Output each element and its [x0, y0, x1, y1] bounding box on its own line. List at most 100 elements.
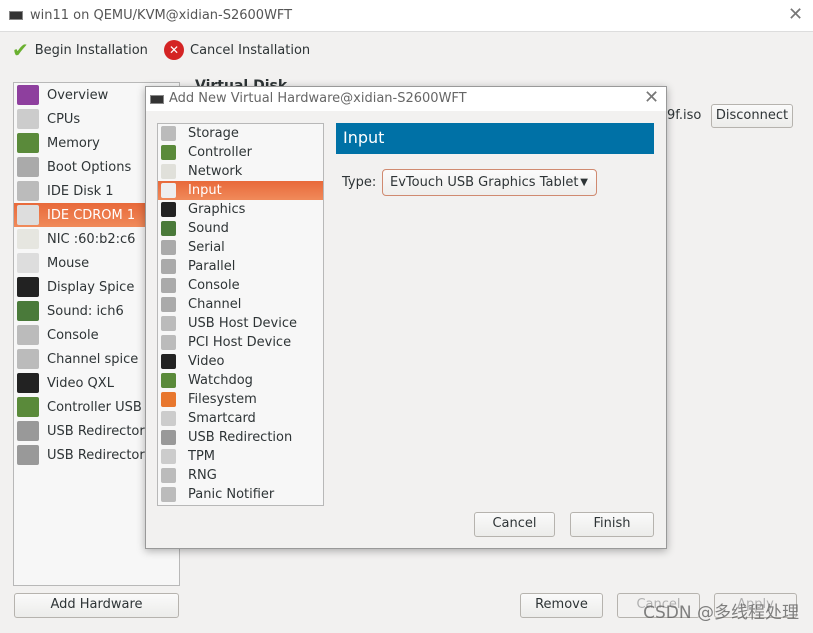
add-hardware-dialog: Add New Virtual Hardware@xidian-S2600WFT… — [145, 86, 667, 549]
device-type-item[interactable]: Parallel — [158, 257, 323, 276]
device-type-item-label: TPM — [188, 449, 215, 464]
dialog-cancel-button[interactable]: Cancel — [474, 512, 555, 537]
sidebar-item-label: USB Redirector — [47, 447, 145, 463]
sound-card-icon — [161, 221, 176, 236]
gears-icon — [161, 487, 176, 502]
usb-icon — [17, 421, 39, 441]
controller-icon — [17, 397, 39, 417]
watchdog-icon — [161, 373, 176, 388]
disk-icon — [161, 126, 176, 141]
folder-icon — [161, 392, 176, 407]
device-type-item-label: Sound — [188, 221, 229, 236]
device-type-item-label: Storage — [188, 126, 239, 141]
device-type-item[interactable]: Storage — [158, 124, 323, 143]
mouse-icon — [161, 183, 176, 198]
remove-button[interactable]: Remove — [520, 593, 603, 618]
type-dropdown[interactable]: EvTouch USB Graphics Tablet ▼ — [382, 169, 597, 196]
sidebar-item-label: Display Spice — [47, 279, 135, 295]
usb-icon — [17, 445, 39, 465]
device-type-item[interactable]: USB Redirection — [158, 428, 323, 447]
sidebar-item-label: Memory — [47, 135, 100, 151]
add-hardware-button[interactable]: Add Hardware — [14, 593, 179, 618]
cdrom-icon — [17, 205, 39, 225]
device-type-item-label: Network — [188, 164, 243, 179]
gears-icon — [17, 157, 39, 177]
device-type-item-label: Panic Notifier — [188, 487, 275, 502]
device-type-item[interactable]: USB Host Device — [158, 314, 323, 333]
device-type-item-label: USB Redirection — [188, 430, 293, 445]
begin-installation-label: Begin Installation — [34, 42, 148, 58]
finish-button[interactable]: Finish — [570, 512, 654, 537]
sidebar-item-label: Overview — [47, 87, 109, 103]
device-type-item-label: Controller — [188, 145, 252, 160]
begin-installation-button[interactable]: ✔ Begin Installation — [12, 38, 148, 62]
device-type-item[interactable]: TPM — [158, 447, 323, 466]
device-type-item[interactable]: Channel — [158, 295, 323, 314]
watermark: CSDN @多线程处理 — [643, 603, 799, 623]
serial-icon — [161, 259, 176, 274]
device-type-item[interactable]: Input — [158, 181, 323, 200]
sidebar-item-label: NIC :60:b2:c6 — [47, 231, 136, 247]
close-window-button[interactable]: ✕ — [788, 4, 803, 25]
cancel-installation-label: Cancel Installation — [190, 42, 311, 58]
device-type-item[interactable]: Smartcard — [158, 409, 323, 428]
type-label: Type: — [342, 175, 377, 190]
cancel-installation-button[interactable]: ✕ Cancel Installation — [164, 38, 310, 62]
gears-icon — [161, 316, 176, 331]
vm-icon — [9, 11, 23, 20]
mouse-icon — [17, 253, 39, 273]
device-type-item-label: Console — [188, 278, 240, 293]
sidebar-item-label: CPUs — [47, 111, 81, 127]
disconnect-button[interactable]: Disconnect — [711, 104, 793, 128]
dialog-titlebar: Add New Virtual Hardware@xidian-S2600WFT… — [146, 87, 666, 111]
display-icon — [17, 277, 39, 297]
vm-icon — [150, 95, 164, 104]
device-type-item[interactable]: PCI Host Device — [158, 333, 323, 352]
cancel-x-icon: ✕ — [164, 40, 184, 60]
device-type-item-label: Video — [188, 354, 225, 369]
disk-icon — [17, 181, 39, 201]
device-type-item-label: Smartcard — [188, 411, 256, 426]
memory-icon — [17, 133, 39, 153]
gears-icon — [161, 468, 176, 483]
window-titlebar: win11 on QEMU/KVM@xidian-S2600WFT ✕ — [0, 0, 813, 32]
device-type-item-label: Channel — [188, 297, 242, 312]
device-type-item[interactable]: Sound — [158, 219, 323, 238]
device-type-item[interactable]: Filesystem — [158, 390, 323, 409]
device-type-item-label: Serial — [188, 240, 225, 255]
sound-card-icon — [17, 301, 39, 321]
monitor-purple-icon — [17, 85, 39, 105]
device-type-item[interactable]: Video — [158, 352, 323, 371]
close-dialog-button[interactable]: ✕ — [644, 87, 659, 108]
device-type-item[interactable]: Graphics — [158, 200, 323, 219]
device-type-item-label: RNG — [188, 468, 217, 483]
sidebar-item-label: Channel spice — [47, 351, 139, 367]
sidebar-item-label: Mouse — [47, 255, 90, 271]
tpm-icon — [161, 449, 176, 464]
sidebar-item-label: IDE CDROM 1 — [47, 207, 136, 223]
device-type-item-label: USB Host Device — [188, 316, 298, 331]
iso-path-fragment: 9f.iso — [667, 108, 702, 123]
cpu-icon — [17, 109, 39, 129]
device-type-item[interactable]: Watchdog — [158, 371, 323, 390]
device-type-item[interactable]: Controller — [158, 143, 323, 162]
device-type-item-label: Parallel — [188, 259, 236, 274]
device-type-item[interactable]: Console — [158, 276, 323, 295]
device-type-item[interactable]: RNG — [158, 466, 323, 485]
device-type-item[interactable]: Serial — [158, 238, 323, 257]
smartcard-icon — [161, 411, 176, 426]
sidebar-item-label: IDE Disk 1 — [47, 183, 114, 199]
controller-icon — [161, 145, 176, 160]
device-type-item[interactable]: Network — [158, 162, 323, 181]
sidebar-item-label: USB Redirector — [47, 423, 145, 439]
sidebar-item-label: Sound: ich6 — [47, 303, 124, 319]
window-title: win11 on QEMU/KVM@xidian-S2600WFT — [30, 8, 293, 23]
serial-icon — [161, 297, 176, 312]
device-type-item[interactable]: Panic Notifier — [158, 485, 323, 504]
device-type-list[interactable]: Storage Controller Network Input Graphics Sou… — [157, 123, 324, 506]
sidebar-item-label: Boot Options — [47, 159, 132, 175]
serial-icon — [17, 349, 39, 369]
network-icon — [161, 164, 176, 179]
device-type-item-label: PCI Host Device — [188, 335, 292, 350]
device-type-item-label: Watchdog — [188, 373, 253, 388]
